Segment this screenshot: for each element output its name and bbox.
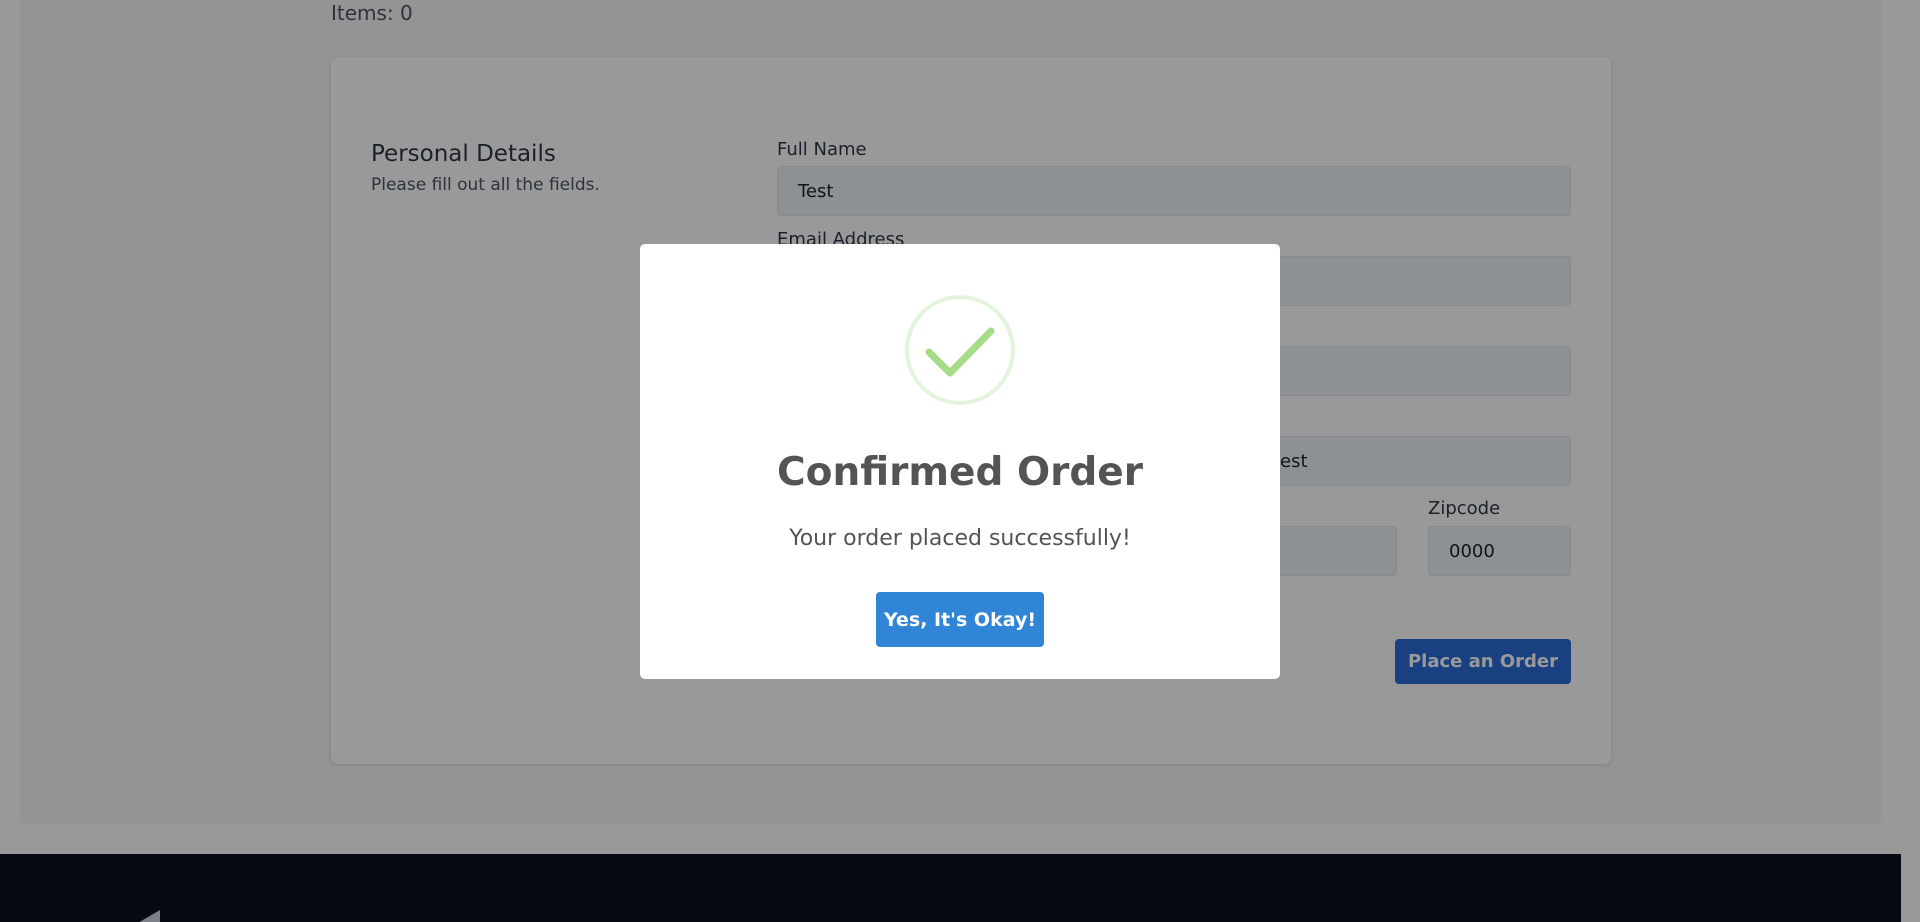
check-circle-icon: [904, 294, 1016, 406]
dialog-message: Your order placed successfully!: [789, 526, 1131, 551]
dialog-title: Confirmed Order: [777, 450, 1143, 495]
confirmation-dialog: Confirmed Order Your order placed succes…: [640, 244, 1280, 679]
confirm-button[interactable]: Yes, It's Okay!: [876, 592, 1044, 647]
